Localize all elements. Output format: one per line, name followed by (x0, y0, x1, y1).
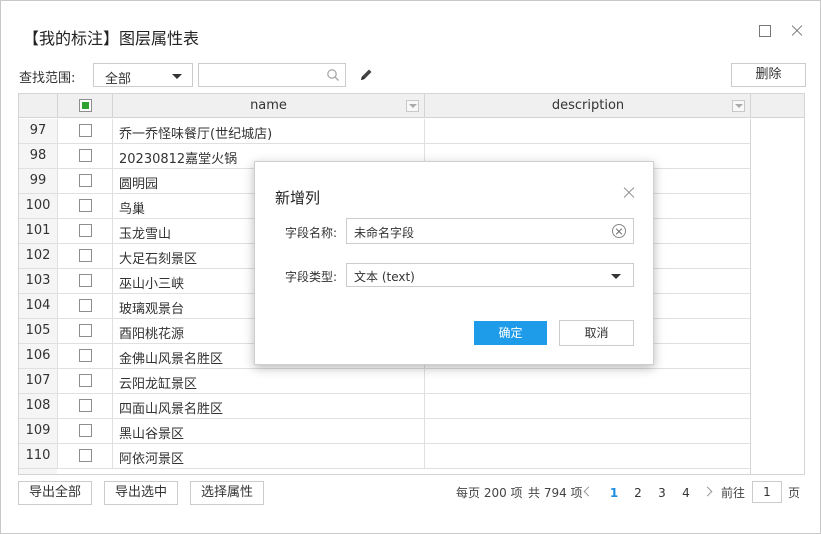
row-number: 109 (25, 423, 51, 438)
row-checkbox[interactable] (79, 224, 92, 237)
row-checkbox[interactable] (79, 349, 92, 362)
row-checkbox[interactable] (79, 124, 92, 137)
cell-name[interactable]: 黑山谷景区 (119, 423, 184, 442)
cell-name[interactable]: 大足石刻景区 (119, 248, 197, 267)
field-type-select[interactable]: 文本 (text) (346, 263, 634, 287)
search-icon[interactable] (326, 68, 340, 82)
search-input[interactable] (198, 63, 346, 87)
field-name-label: 字段名称: (285, 226, 338, 240)
row-checkbox[interactable] (79, 174, 92, 187)
column-header-name[interactable]: name (113, 98, 424, 113)
cell-name[interactable]: 鸟巢 (119, 198, 145, 217)
row-number: 97 (29, 123, 47, 138)
table-row[interactable]: 108 四面山风景名胜区 (19, 394, 751, 419)
table-header: name description (19, 94, 804, 118)
page-3[interactable]: 3 (655, 481, 669, 505)
chevron-down-icon (611, 274, 621, 279)
row-number: 102 (25, 248, 51, 263)
scope-select[interactable]: 全部 (93, 63, 193, 87)
filter-icon[interactable] (406, 100, 419, 112)
cell-name[interactable]: 巫山小三峡 (119, 273, 184, 292)
window-title: 【我的标注】图层属性表 (23, 29, 200, 48)
page-4[interactable]: 4 (679, 481, 693, 505)
total-count-text: 共 794 项 (528, 486, 583, 500)
attribute-table-window: 【我的标注】图层属性表 查找范围: 全部 删除 name description… (0, 0, 821, 534)
dialog-title: 新增列 (275, 189, 321, 207)
row-number: 105 (25, 323, 51, 338)
goto-page-input[interactable]: 1 (752, 481, 782, 503)
row-number: 101 (25, 223, 51, 238)
maximize-icon[interactable] (757, 23, 773, 39)
cell-name[interactable]: 圆明园 (119, 173, 158, 192)
scope-select-value: 全部 (105, 72, 132, 87)
row-checkbox[interactable] (79, 149, 92, 162)
page-unit-label: 页 (788, 486, 801, 500)
field-type-value: 文本 (text) (354, 270, 415, 284)
page-size-text: 每页 200 项 (456, 486, 523, 500)
row-checkbox[interactable] (79, 324, 92, 337)
row-number: 107 (25, 373, 51, 388)
filter-icon[interactable] (732, 100, 745, 112)
row-checkbox[interactable] (79, 399, 92, 412)
add-column-dialog: 新增列 字段名称: 未命名字段 字段类型: 文本 (text) 确定 取消 (254, 161, 654, 365)
cell-name[interactable]: 乔一乔怪味餐厅(世纪城店) (119, 123, 272, 142)
row-number: 99 (29, 173, 47, 188)
row-number: 108 (25, 398, 51, 413)
row-checkbox[interactable] (79, 274, 92, 287)
delete-button[interactable]: 删除 (731, 63, 806, 87)
row-checkbox[interactable] (79, 449, 92, 462)
table-row[interactable]: 110 阿依河景区 (19, 444, 751, 469)
table-row[interactable]: 97 乔一乔怪味餐厅(世纪城店) (19, 119, 751, 144)
dialog-close-icon[interactable] (622, 186, 636, 200)
goto-label: 前往 (721, 486, 746, 500)
field-name-input[interactable]: 未命名字段 (346, 218, 634, 244)
row-number: 110 (25, 448, 51, 463)
export-selected-button[interactable]: 导出选中 (104, 481, 178, 505)
row-number: 103 (25, 273, 51, 288)
field-type-label: 字段类型: (285, 270, 338, 284)
cell-name[interactable]: 阿依河景区 (119, 448, 184, 467)
scope-label: 查找范围: (19, 71, 76, 86)
page-1[interactable]: 1 (607, 481, 621, 505)
cell-name[interactable]: 四面山风景名胜区 (119, 398, 223, 417)
select-all-checkbox[interactable] (79, 99, 92, 112)
close-icon[interactable] (789, 23, 805, 39)
table-row[interactable]: 109 黑山谷景区 (19, 419, 751, 444)
row-number: 106 (25, 348, 51, 363)
pencil-icon[interactable] (358, 67, 374, 83)
row-number: 100 (25, 198, 51, 213)
chevron-down-icon (172, 74, 182, 79)
select-attributes-button[interactable]: 选择属性 (190, 481, 264, 505)
field-name-value: 未命名字段 (354, 226, 415, 240)
row-checkbox[interactable] (79, 374, 92, 387)
page-2[interactable]: 2 (631, 481, 645, 505)
cell-name[interactable]: 玻璃观景台 (119, 298, 184, 317)
ok-button[interactable]: 确定 (474, 321, 547, 345)
table-row[interactable]: 107 云阳龙缸景区 (19, 369, 751, 394)
row-number: 104 (25, 298, 51, 313)
row-checkbox[interactable] (79, 249, 92, 262)
row-checkbox[interactable] (79, 424, 92, 437)
row-checkbox[interactable] (79, 199, 92, 212)
cell-name[interactable]: 酉阳桃花源 (119, 323, 184, 342)
clear-icon[interactable] (612, 224, 626, 238)
column-header-description[interactable]: description (425, 98, 751, 113)
prev-page-icon[interactable] (583, 486, 594, 497)
row-number: 98 (29, 148, 47, 163)
next-page-icon[interactable] (702, 486, 713, 497)
export-all-button[interactable]: 导出全部 (18, 481, 92, 505)
cancel-button[interactable]: 取消 (559, 320, 634, 346)
cell-name[interactable]: 金佛山风景名胜区 (119, 348, 223, 367)
cell-name[interactable]: 玉龙雪山 (119, 223, 171, 242)
cell-name[interactable]: 20230812嘉堂火锅 (119, 148, 237, 167)
cell-name[interactable]: 云阳龙缸景区 (119, 373, 197, 392)
row-checkbox[interactable] (79, 299, 92, 312)
